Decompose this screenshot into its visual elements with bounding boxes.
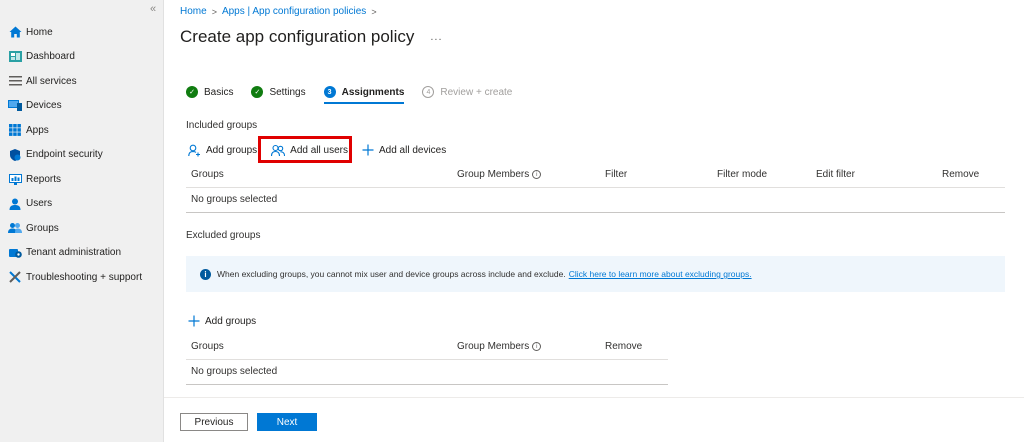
breadcrumb-separator: > [371,6,377,17]
step-review-create[interactable]: 4 Review + create [422,86,512,98]
list-icon [8,75,22,87]
sidebar-nav: Home Dashboard All services Devices Apps… [0,20,164,290]
table-header-row: Groups Group Members i Remove [186,335,668,360]
info-banner: i When excluding groups, you cannot mix … [186,256,1005,292]
info-icon[interactable]: i [532,342,542,352]
column-header-label: Group Members [457,169,530,181]
previous-button[interactable]: Previous [180,413,248,431]
breadcrumb-home[interactable]: Home [180,6,207,17]
info-icon[interactable]: i [532,170,542,180]
empty-state: No groups selected [186,187,1005,213]
collapse-sidebar-icon[interactable]: « [150,3,156,15]
devices-icon [8,100,22,112]
sidebar: « Home Dashboard All services Devices Ap… [0,0,164,442]
column-header-group-members: Group Members i [452,163,600,188]
main-content: Home > Apps | App configuration policies… [164,0,1024,442]
tools-icon [8,271,22,283]
add-all-devices-label: Add all devices [378,144,447,156]
table-row: No groups selected [186,359,668,385]
dashboard-icon [8,51,22,63]
step-basics[interactable]: ✓ Basics [186,86,233,98]
more-options-icon[interactable]: ... [430,31,442,43]
column-header-remove: Remove [600,335,668,360]
wizard-steps: ✓ Basics ✓ Settings 3 Assignments 4 Revi… [186,86,530,104]
sidebar-item-endpoint-security[interactable]: Endpoint security [0,143,164,168]
home-icon [8,26,22,38]
step-label: Settings [269,86,306,98]
next-button[interactable]: Next [257,413,317,431]
step-label: Basics [204,86,234,98]
sidebar-item-apps[interactable]: Apps [0,118,164,143]
column-header-groups: Groups [186,335,452,360]
table-header-row: Groups Group Members i Filter Filter mode… [186,163,1005,188]
add-excluded-groups-button[interactable]: Add groups [188,311,256,331]
gear-icon [8,247,22,259]
add-groups-button[interactable]: Add groups [188,140,257,160]
shield-icon [8,148,22,161]
sidebar-item-troubleshooting[interactable]: Troubleshooting + support [0,265,164,290]
column-header-group-members: Group Members i [452,335,600,360]
info-banner-text: When excluding groups, you cannot mix us… [217,269,566,279]
step-settings[interactable]: ✓ Settings [251,86,306,98]
excluded-toolbar: Add groups [188,311,270,331]
user-icon [8,198,22,210]
learn-more-link[interactable]: Click here to learn more about excluding… [569,269,752,279]
step-number-icon: 3 [323,86,336,98]
column-header-groups: Groups [186,163,452,188]
sidebar-item-home[interactable]: Home [0,20,164,45]
step-number-icon: 4 [422,86,435,98]
sidebar-item-all-services[interactable]: All services [0,69,164,94]
breadcrumb: Home > Apps | App configuration policies… [180,6,377,17]
empty-state: No groups selected [186,359,668,385]
sidebar-item-devices[interactable]: Devices [0,94,164,119]
add-groups-label: Add groups [205,315,257,327]
column-header-label: Group Members [457,341,530,353]
check-circle-icon: ✓ [251,86,264,98]
column-header-edit-filter: Edit filter [811,163,937,188]
page-title: Create app configuration policy [180,27,415,46]
sidebar-item-users[interactable]: Users [0,192,164,217]
add-user-icon [188,144,201,157]
sidebar-item-groups[interactable]: Groups [0,216,164,241]
step-assignments[interactable]: 3 Assignments [323,86,405,104]
sidebar-item-tenant-administration[interactable]: Tenant administration [0,241,164,266]
add-all-devices-button[interactable]: Add all devices [362,140,446,160]
breadcrumb-separator: > [211,6,217,17]
breadcrumb-app-configuration-policies[interactable]: Apps | App configuration policies [222,6,366,17]
plus-icon [362,144,374,156]
table-row: No groups selected [186,187,1005,213]
page-title-row: Create app configuration policy ... [180,27,443,47]
check-circle-icon: ✓ [186,86,198,98]
plus-icon [188,315,200,327]
footer-bar: Previous Next [164,397,1024,442]
sidebar-item-dashboard[interactable]: Dashboard [0,45,164,70]
step-label: Review + create [440,86,513,98]
highlight-box [258,136,352,163]
sidebar-item-reports[interactable]: Reports [0,167,164,192]
apps-icon [8,124,22,137]
column-header-filter-mode: Filter mode [712,163,811,188]
column-header-remove: Remove [937,163,1005,188]
groups-icon [8,222,22,234]
column-header-filter: Filter [600,163,712,188]
reports-icon [8,173,22,185]
info-circle-icon: i [200,268,211,280]
included-groups-table: Groups Group Members i Filter Filter mode… [186,163,1005,213]
excluded-groups-heading: Excluded groups [186,230,261,241]
included-groups-heading: Included groups [186,120,258,131]
add-groups-label: Add groups [206,144,258,156]
excluded-groups-table: Groups Group Members i Remove No groups s… [186,335,668,385]
step-label: Assignments [341,86,405,98]
